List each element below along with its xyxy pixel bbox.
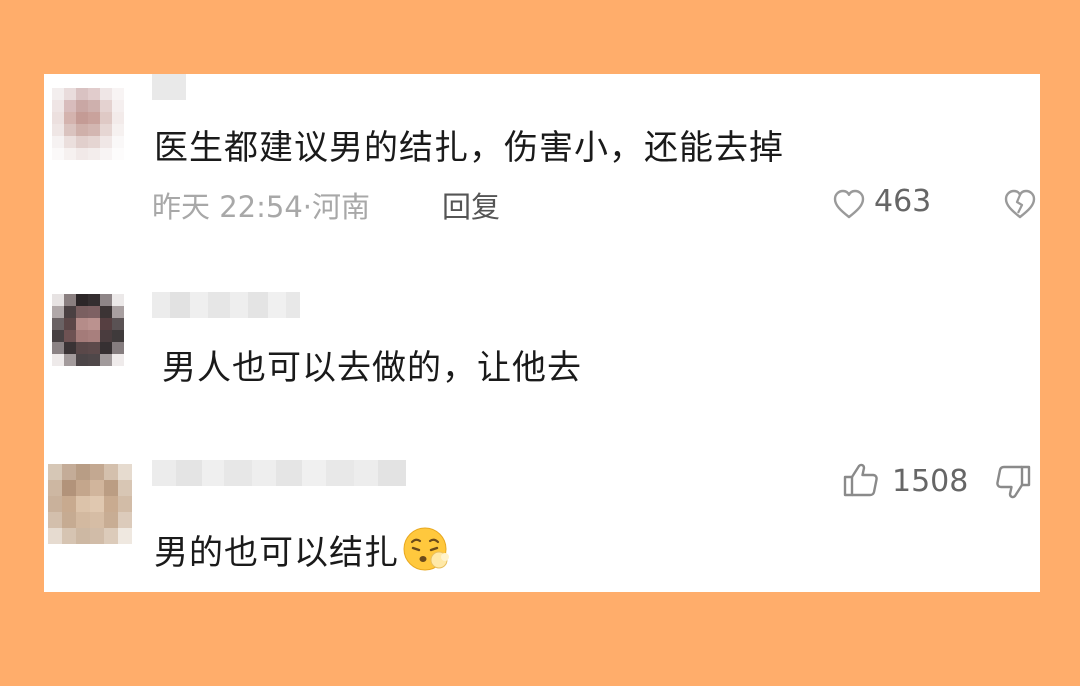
avatar[interactable] <box>52 88 124 160</box>
comment-time: 昨天 22:54 <box>152 190 303 224</box>
avatar[interactable] <box>52 294 124 366</box>
comment-text: 男人也可以去做的，让他去 <box>162 348 582 388</box>
username-blurred[interactable] <box>152 74 186 100</box>
broken-heart-icon[interactable] <box>1002 188 1038 220</box>
comment-location: 河南 <box>312 190 371 224</box>
username-blurred[interactable] <box>152 460 406 486</box>
comment-panel: 医生都建议男的结扎，伤害小，还能去掉 昨天 22:54·河南 回复 463 男人… <box>44 74 1040 592</box>
heart-icon[interactable] <box>832 188 866 220</box>
thumbs-up-icon[interactable] <box>842 462 880 498</box>
reply-button[interactable]: 回复 <box>442 184 500 226</box>
comment-text: 医生都建议男的结扎，伤害小，还能去掉 <box>154 128 784 168</box>
comment-meta: 昨天 22:54·河南 <box>152 184 370 226</box>
like-count: 1508 <box>892 464 969 499</box>
username-blurred[interactable] <box>152 292 300 318</box>
thumbs-down-icon[interactable] <box>994 464 1032 500</box>
comment-text-content: 男的也可以结扎 <box>154 533 399 573</box>
comment-text: 男的也可以结扎 <box>154 524 451 574</box>
avatar[interactable] <box>48 464 132 544</box>
like-count: 463 <box>874 184 932 219</box>
face-emoji <box>403 527 449 571</box>
meta-separator: · <box>302 190 313 224</box>
